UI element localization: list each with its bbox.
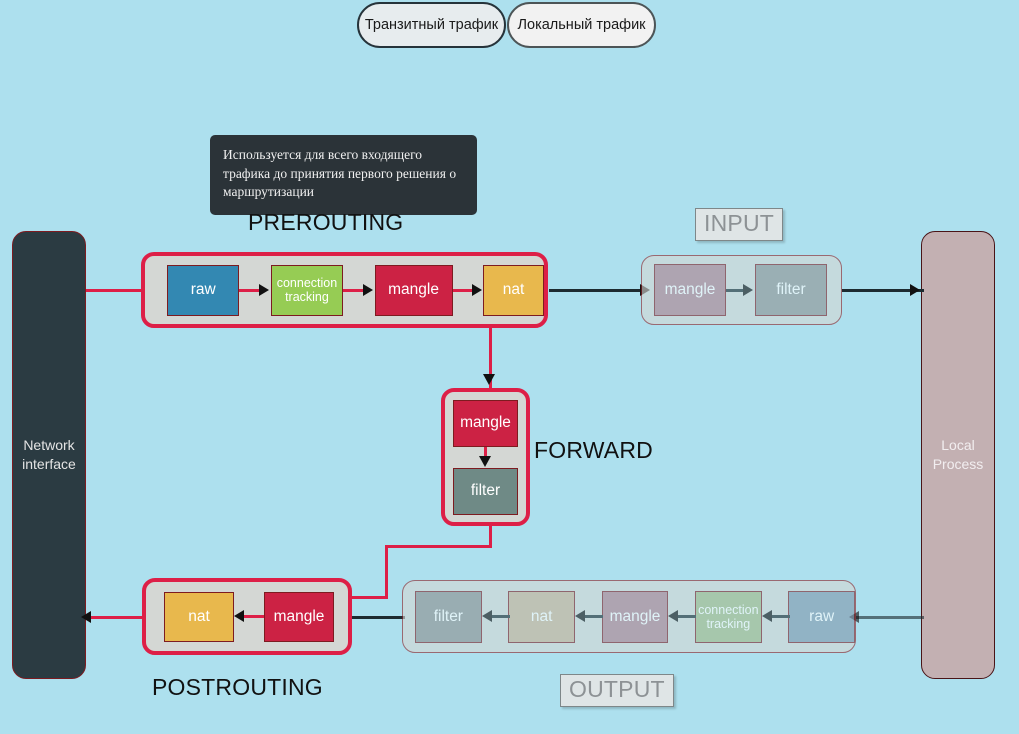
inner-connector xyxy=(478,446,491,468)
table-box-output-filter[interactable]: filter xyxy=(415,590,482,643)
arrowhead-forward-mangle xyxy=(483,374,495,385)
table-box-output-mangle[interactable]: mangle xyxy=(601,590,669,643)
inner-connector xyxy=(761,610,790,622)
inner-connector xyxy=(726,283,755,296)
table-box-input-mangle[interactable]: mangle xyxy=(654,264,726,316)
table-box-forward-mangle[interactable]: mangle xyxy=(453,399,518,447)
chain-label-input: INPUT xyxy=(695,208,783,241)
table-box-input-filter[interactable]: filter xyxy=(755,264,827,316)
table-box-label: raw xyxy=(190,281,216,299)
connector-forward-exit-v2 xyxy=(385,545,388,598)
table-box-prerouting-mangle[interactable]: mangle xyxy=(374,264,453,316)
table-box-label: connection tracking xyxy=(698,602,759,631)
inner-connector xyxy=(452,283,483,296)
inner-connector xyxy=(234,610,264,622)
table-box-forward-filter[interactable]: filter xyxy=(453,467,518,515)
tab-transit-traffic-label: Транзитный трафик xyxy=(364,17,499,33)
connector-forward-exit-v1 xyxy=(489,523,492,547)
network-interface-node[interactable]: Network interface xyxy=(12,231,86,679)
table-box-prerouting-raw[interactable]: raw xyxy=(167,264,240,316)
table-box-label: mangle xyxy=(388,281,439,299)
inner-connector xyxy=(481,610,510,622)
table-box-label: raw xyxy=(809,607,835,625)
table-box-label: mangle xyxy=(609,607,661,625)
chain-label-prerouting: PREROUTING xyxy=(248,209,404,235)
table-box-label: filter xyxy=(470,482,501,500)
table-box-prerouting-conntrack[interactable]: connection tracking xyxy=(270,264,344,316)
tab-local-traffic-label: Локальный трафик xyxy=(517,17,646,33)
table-box-prerouting-nat[interactable]: nat xyxy=(483,264,545,316)
connector-forward-exit-h1 xyxy=(385,545,492,548)
table-box-output-conntrack[interactable]: connection tracking xyxy=(694,590,762,643)
chain-postrouting[interactable]: nat mangle xyxy=(142,578,352,655)
table-box-postrouting-mangle[interactable]: mangle xyxy=(264,591,334,642)
table-box-label: nat xyxy=(530,607,553,625)
table-box-label: connection tracking xyxy=(276,276,338,304)
chain-forward[interactable]: mangle filter xyxy=(441,388,530,526)
chain-output[interactable]: filter nat mangle connection tracking ra xyxy=(402,580,856,653)
prerouting-tooltip-text: Используется для всего входящего трафика… xyxy=(223,147,457,200)
chain-prerouting[interactable]: raw connection tracking mangle nat xyxy=(141,252,548,328)
tab-transit-traffic[interactable]: Транзитный трафик xyxy=(357,2,506,48)
inner-connector xyxy=(575,610,604,622)
table-box-label: nat xyxy=(188,607,210,625)
table-box-label: mangle xyxy=(664,281,716,299)
connector-prerouting-to-input xyxy=(549,289,647,292)
arrowhead-local-process-in xyxy=(910,284,920,296)
table-box-label: filter xyxy=(433,607,463,625)
table-box-label: nat xyxy=(502,281,525,299)
chain-label-postrouting: POSTROUTING xyxy=(152,674,323,700)
diagram-canvas: Транзитный трафик Локальный трафик Испол… xyxy=(0,0,1019,734)
table-box-label: filter xyxy=(776,281,806,299)
chain-input[interactable]: mangle filter xyxy=(641,255,842,325)
chain-label-forward: FORWARD xyxy=(534,437,653,463)
connector-output-to-postrouting xyxy=(343,616,405,619)
table-box-output-nat[interactable]: nat xyxy=(508,590,576,643)
tab-local-traffic[interactable]: Локальный трафик xyxy=(507,2,656,48)
network-interface-label: Network interface xyxy=(22,437,76,472)
prerouting-tooltip: Используется для всего входящего трафика… xyxy=(210,135,477,215)
local-process-node[interactable]: Local Process xyxy=(921,231,995,679)
chain-label-output: OUTPUT xyxy=(560,674,674,707)
connector-local-process-to-output xyxy=(856,616,924,619)
inner-connector xyxy=(239,283,270,296)
table-box-postrouting-nat[interactable]: nat xyxy=(164,591,234,642)
local-process-label: Local Process xyxy=(932,437,984,472)
inner-connector xyxy=(668,610,697,622)
arrowhead-nic-out xyxy=(81,611,91,623)
table-box-output-raw[interactable]: raw xyxy=(788,590,855,643)
table-box-label: mangle xyxy=(460,414,511,432)
table-box-label: mangle xyxy=(273,607,325,625)
inner-connector xyxy=(343,283,374,296)
